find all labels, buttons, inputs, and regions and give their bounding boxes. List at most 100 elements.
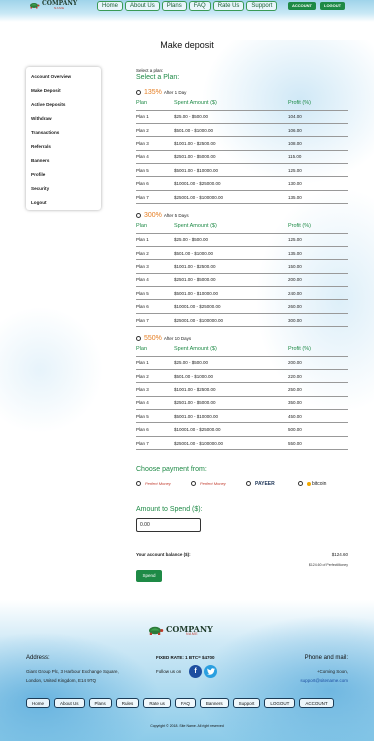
footer-nav-account[interactable]: ACCOUNT	[299, 698, 334, 708]
cell: $501.00 - $1000.00	[174, 368, 288, 383]
cell: 108.00	[288, 136, 348, 151]
fixed-rate: FIXED RATE: 1 BTC= $4700	[156, 655, 215, 660]
payment-radio[interactable]	[191, 481, 196, 486]
payment-option-2[interactable]: Perfect Money	[191, 481, 226, 486]
twitter-icon[interactable]	[204, 665, 217, 678]
sidebar-item-active-deposits[interactable]: Active Deposits	[26, 98, 101, 112]
plan-duration: After 10 Days	[163, 336, 192, 341]
mail-link[interactable]: support@sitename.com	[280, 676, 348, 685]
sidebar-item-make-deposit[interactable]: Make Deposit	[26, 84, 101, 98]
sidebar-item-profile[interactable]: Profile	[26, 168, 101, 182]
cell: $501.00 - $1000.00	[174, 245, 288, 260]
sidebar-item-logout[interactable]: Logout	[26, 196, 101, 210]
sidebar-item-security[interactable]: Security	[26, 182, 101, 196]
cell: $501.00 - $1000.00	[174, 122, 288, 137]
footer-nav-faq[interactable]: FAQ	[174, 698, 196, 708]
nav-faq[interactable]: FAQ	[188, 1, 211, 11]
cell: Plan 1	[136, 109, 174, 124]
sidebar-item-referrals[interactable]: Referrals	[26, 140, 101, 154]
payment-option-1[interactable]: Perfect Money	[136, 481, 171, 486]
footer-nav-home[interactable]: Home	[26, 698, 51, 708]
plan-table: Plan Spent Amount ($) Profit (%) Plan 1 $…	[136, 220, 348, 328]
footer-nav-about[interactable]: About Us	[54, 698, 85, 708]
payment-radio[interactable]	[246, 481, 251, 486]
nav-home[interactable]: Home	[97, 1, 124, 11]
main-nav: Home About Us Plans FAQ Rate Us Support	[97, 1, 278, 11]
plan-group-1: 135% After 1 Day Plan Spent Amount ($) P…	[136, 88, 348, 205]
cell: 240.00	[288, 286, 348, 300]
amount-input[interactable]: 0.00	[136, 518, 201, 532]
bitcoin-icon	[307, 481, 311, 486]
cell: $10001.00 - $25000.00	[174, 176, 288, 191]
select-plan-heading: Select a Plan:	[136, 74, 180, 81]
cell: $25001.00 - $100000.00	[174, 312, 288, 328]
bitcoin-logo: bitcoin	[312, 480, 327, 487]
cell: Plan 3	[136, 382, 174, 397]
balance-detail: $124.60 of PerfectMoney	[308, 563, 348, 567]
table-row: Plan 4 $2501.00 - $5000.00 115.00	[136, 149, 348, 164]
plan-table: Plan Spent Amount ($) Profit (%) Plan 1 $…	[136, 343, 348, 451]
column-header-profit: Profit (%)	[288, 223, 311, 230]
payment-radio[interactable]	[136, 481, 141, 486]
cell: $25.00 - $500.00	[174, 355, 288, 370]
cell: Plan 1	[136, 355, 174, 370]
cell: $10001.00 - $25000.00	[174, 299, 288, 314]
cell: $10001.00 - $25000.00	[174, 422, 288, 437]
table-row: Plan 7 $25001.00 - $100000.00 300.00	[136, 312, 348, 328]
footer-nav-logout[interactable]: LOGOUT	[264, 698, 296, 708]
payment-options: Perfect Money Perfect Money PAYEER bitco…	[136, 479, 348, 488]
cell: Plan 7	[136, 435, 174, 451]
footer-nav: Home About Us Plans Rules Rate us FAQ Ba…	[26, 698, 334, 708]
cell: 250.00	[288, 382, 348, 397]
cell: Plan 7	[136, 189, 174, 205]
footer-nav-support[interactable]: Support	[232, 698, 261, 708]
footer-nav-rules[interactable]: Rules	[115, 698, 140, 708]
account-button[interactable]: ACCOUNT	[288, 2, 316, 10]
nav-rate-us[interactable]: Rate Us	[212, 1, 245, 11]
nav-support[interactable]: Support	[246, 1, 278, 11]
logout-button[interactable]: LOGOUT	[320, 2, 346, 10]
cell: $1001.00 - $2500.00	[174, 259, 288, 274]
sidebar-item-transactions[interactable]: Transactions	[26, 126, 101, 140]
cell: 200.00	[288, 272, 348, 287]
column-header-profit: Profit (%)	[288, 346, 311, 353]
plan-3-radio[interactable]	[136, 336, 141, 341]
plan-group-2: 300% After 5 Days Plan Spent Amount ($) …	[136, 211, 348, 328]
table-row: Plan 5 $5001.00 - $10000.00 125.00	[136, 163, 348, 177]
payment-option-3[interactable]: PAYEER	[246, 481, 275, 487]
payeer-logo: PAYEER	[255, 480, 275, 487]
payment-heading: Choose payment from:	[136, 466, 207, 473]
cell: $1001.00 - $2500.00	[174, 136, 288, 151]
footer-nav-rate-us[interactable]: Rate us	[143, 698, 171, 708]
plan-2-radio[interactable]	[136, 213, 141, 218]
phone-heading: Phone and mail:	[304, 655, 348, 661]
table-row: Plan 2 $501.00 - $1000.00 106.00	[136, 122, 348, 137]
cell: Plan 6	[136, 176, 174, 191]
nav-plans[interactable]: Plans	[161, 1, 187, 11]
cell: 125.00	[288, 232, 348, 247]
site-logo[interactable]: COMPANY NAME	[28, 1, 77, 10]
account-sidebar: Account Overview Make Deposit Active Dep…	[26, 67, 101, 210]
payment-option-4[interactable]: bitcoin	[298, 481, 326, 487]
sidebar-item-account-overview[interactable]: Account Overview	[26, 70, 101, 84]
payment-radio[interactable]	[298, 481, 303, 486]
sidebar-item-withdraw[interactable]: Withdraw	[26, 112, 101, 126]
cell: Plan 5	[136, 163, 174, 177]
cell: Plan 5	[136, 409, 174, 423]
plan-percent: 300%	[144, 212, 162, 219]
footer-nav-plans[interactable]: Plans	[88, 698, 112, 708]
amount-heading: Amount to Spend ($):	[136, 506, 203, 513]
table-row: Plan 2 $501.00 - $1000.00 135.00	[136, 245, 348, 260]
footer-logo[interactable]: COMPANY NAME	[146, 624, 213, 637]
table-row: Plan 4 $2501.00 - $5000.00 200.00	[136, 272, 348, 287]
facebook-icon[interactable]: f	[189, 665, 202, 678]
spend-button[interactable]: Spend	[136, 570, 162, 582]
plan-1-radio[interactable]	[136, 90, 141, 95]
cell: Plan 4	[136, 149, 174, 164]
sidebar-item-banners[interactable]: Banners	[26, 154, 101, 168]
nav-about[interactable]: About Us	[125, 1, 160, 11]
cell: Plan 4	[136, 395, 174, 410]
plan-percent: 550%	[144, 335, 162, 342]
cell: $25.00 - $500.00	[174, 109, 288, 124]
footer-nav-banners[interactable]: Banners	[199, 698, 229, 708]
